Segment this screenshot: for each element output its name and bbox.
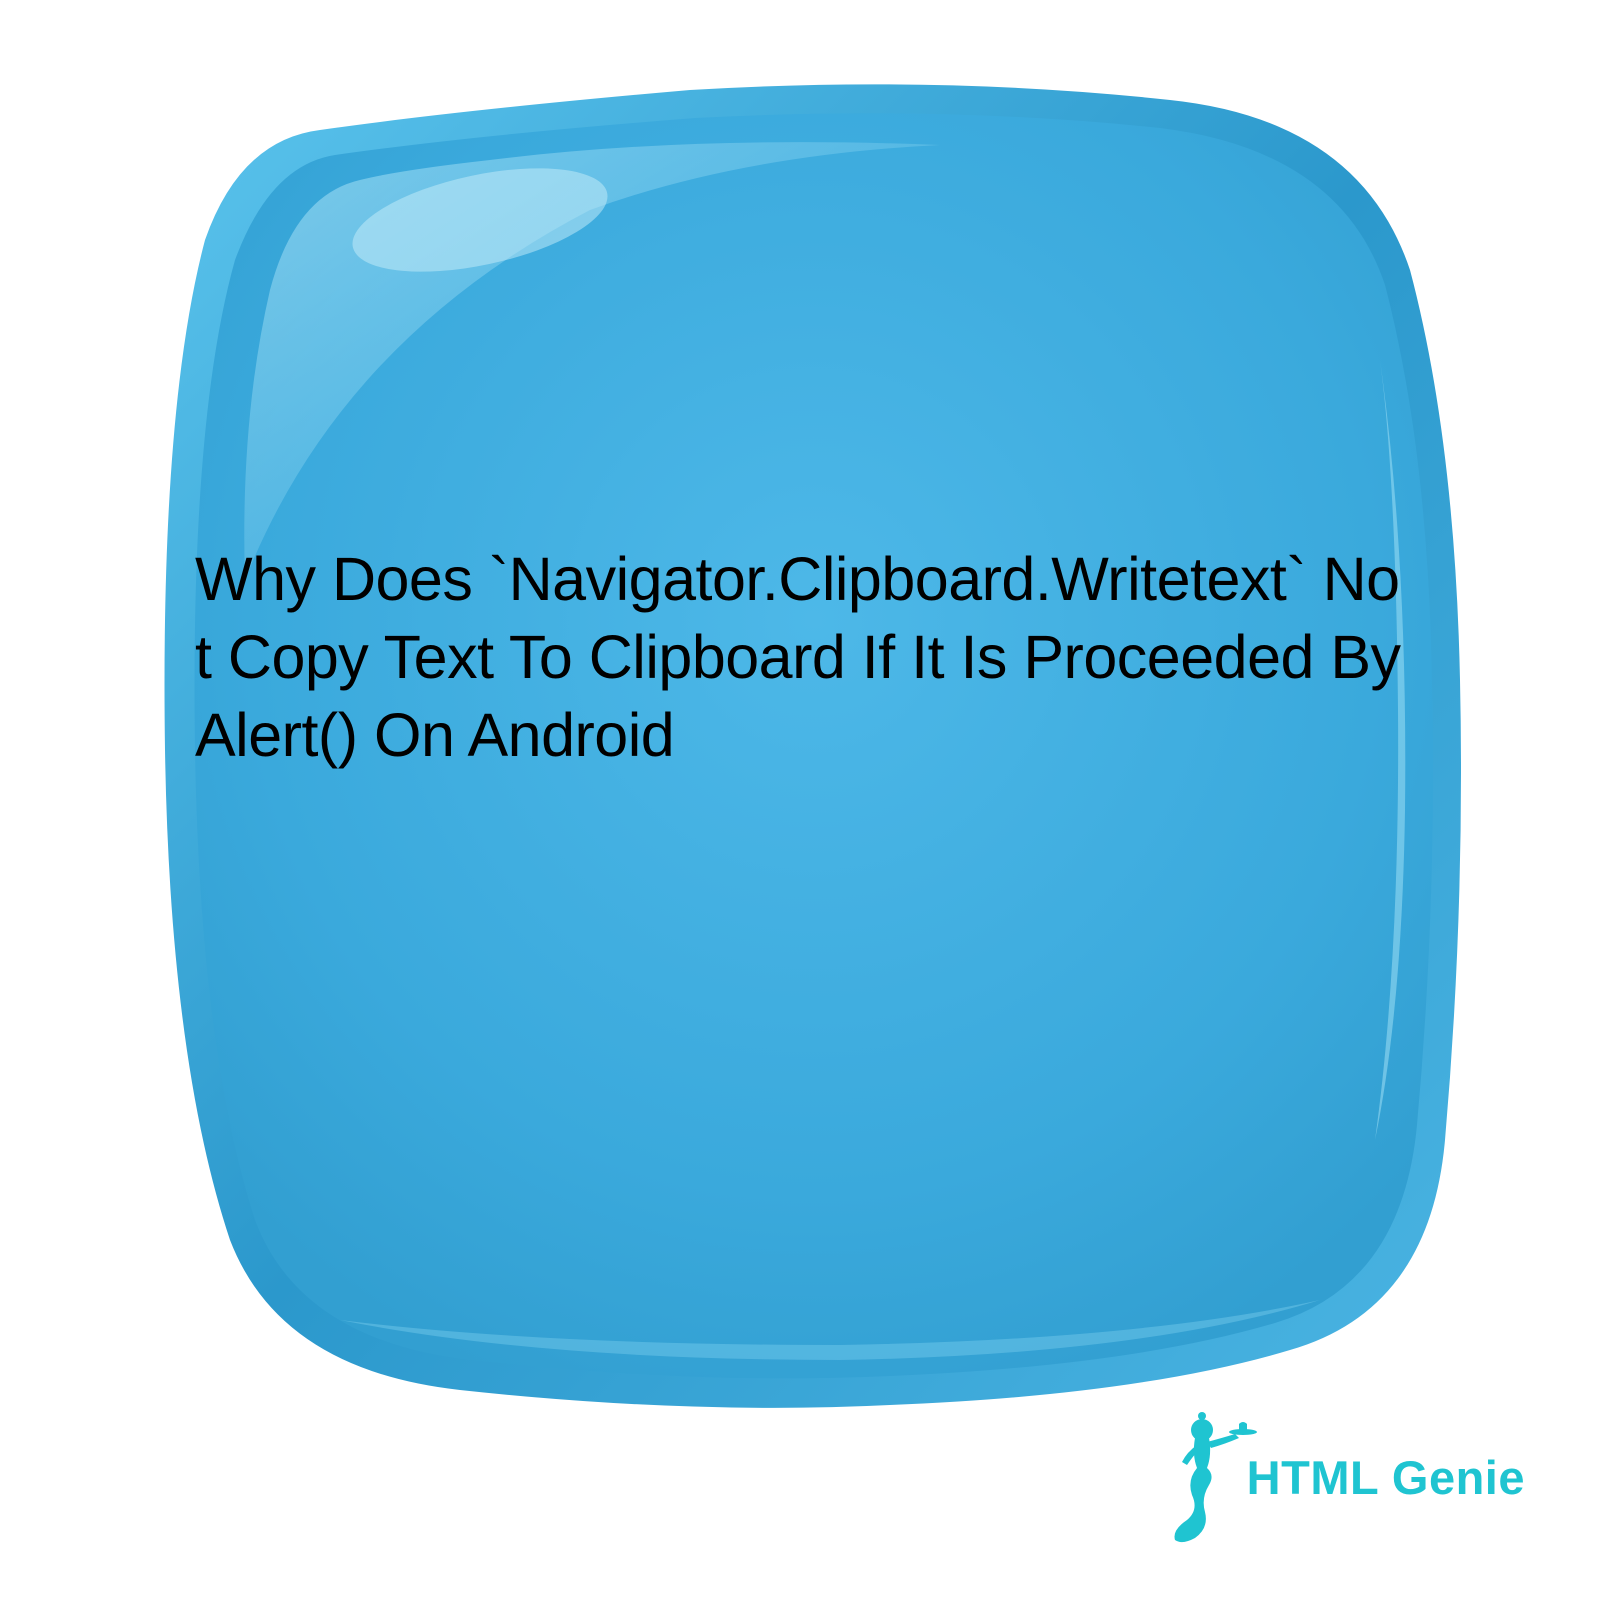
logo: HTML Genie — [1157, 1410, 1525, 1545]
heading-text: Why Does `Navigator.Clipboard.Writetext`… — [195, 540, 1405, 774]
logo-text: HTML Genie — [1247, 1450, 1525, 1505]
